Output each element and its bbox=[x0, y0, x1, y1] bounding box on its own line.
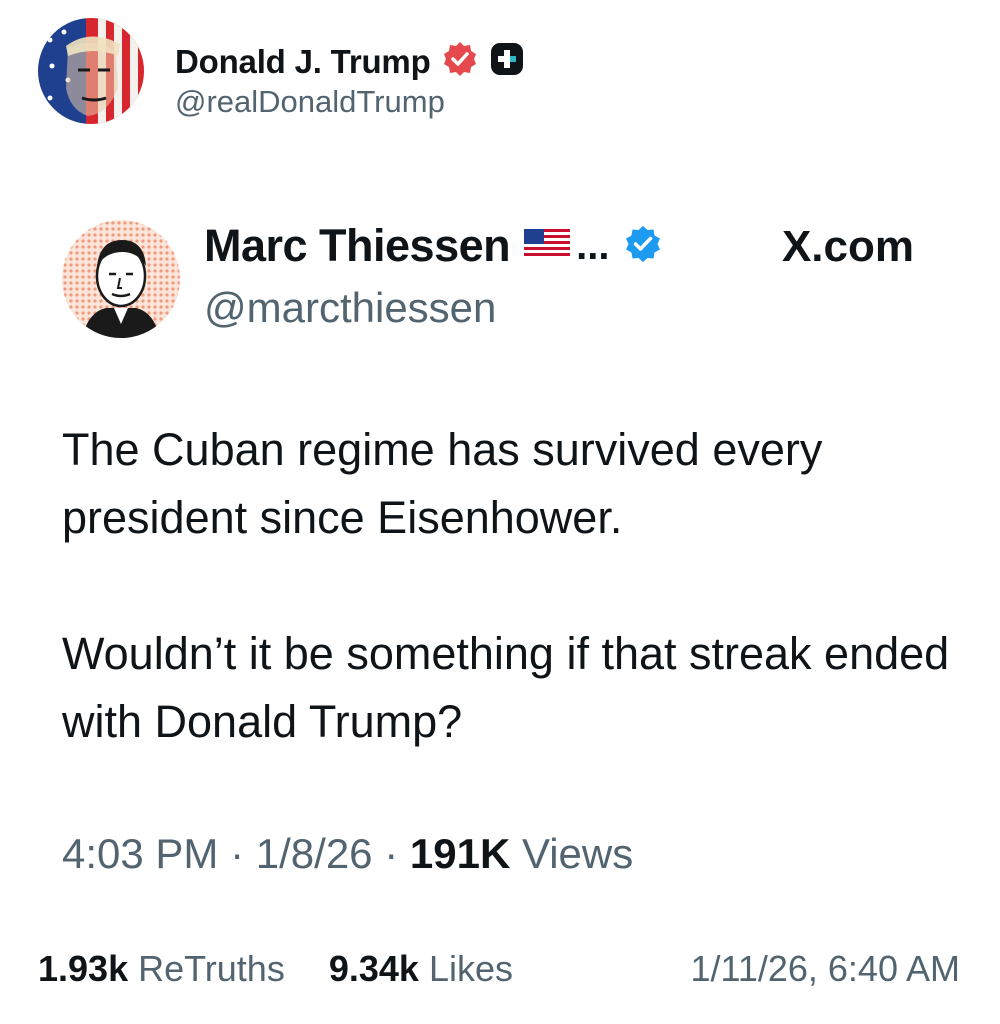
embedded-avatar[interactable] bbox=[62, 220, 180, 338]
embedded-author-handle[interactable]: @marcthiessen bbox=[204, 284, 496, 332]
embedded-author-name[interactable]: Marc Thiessen bbox=[204, 220, 511, 272]
post-time: 4:03 PM bbox=[62, 830, 219, 877]
separator: · bbox=[230, 830, 245, 877]
truth-plus-icon bbox=[489, 41, 525, 82]
post-date: 1/8/26 bbox=[255, 830, 373, 877]
likes-stat[interactable]: 9.34k Likes bbox=[329, 948, 513, 989]
likes-label: Likes bbox=[428, 948, 513, 989]
retruths-label: ReTruths bbox=[138, 948, 285, 989]
verified-badge-icon bbox=[441, 40, 479, 83]
likes-count: 9.34k bbox=[328, 948, 419, 989]
name-ellipsis: ... bbox=[576, 223, 610, 268]
retruths-count: 1.93k bbox=[38, 948, 129, 989]
posted-timestamp: 1/11/26, 6:40 AM bbox=[690, 948, 960, 989]
views-count: 191K bbox=[409, 830, 511, 877]
truth-stats: 1.93k ReTruths 9.34k Likes 1/11/26, 6:40… bbox=[38, 948, 960, 990]
separator: · bbox=[384, 830, 399, 877]
source-link[interactable]: X.com bbox=[782, 222, 914, 272]
post-meta: 4:03 PM · 1/8/26 · 191K Views bbox=[62, 830, 633, 878]
us-flag-icon bbox=[524, 228, 571, 264]
post-paragraph: Wouldn’t it be something if that streak … bbox=[62, 628, 950, 747]
retruths-stat[interactable]: 1.93k ReTruths bbox=[38, 948, 295, 989]
truth-header: Donald J. Trump @realDonaldTrump bbox=[38, 18, 978, 128]
avatar[interactable] bbox=[38, 18, 144, 124]
views-label: Views bbox=[521, 830, 634, 877]
post-paragraph: The Cuban regime has survived every pres… bbox=[62, 424, 823, 543]
author-name[interactable]: Donald J. Trump bbox=[175, 43, 431, 81]
verified-check-icon bbox=[623, 224, 663, 269]
author-handle[interactable]: @realDonaldTrump bbox=[175, 84, 445, 120]
post-text: The Cuban regime has survived every pres… bbox=[62, 416, 962, 756]
